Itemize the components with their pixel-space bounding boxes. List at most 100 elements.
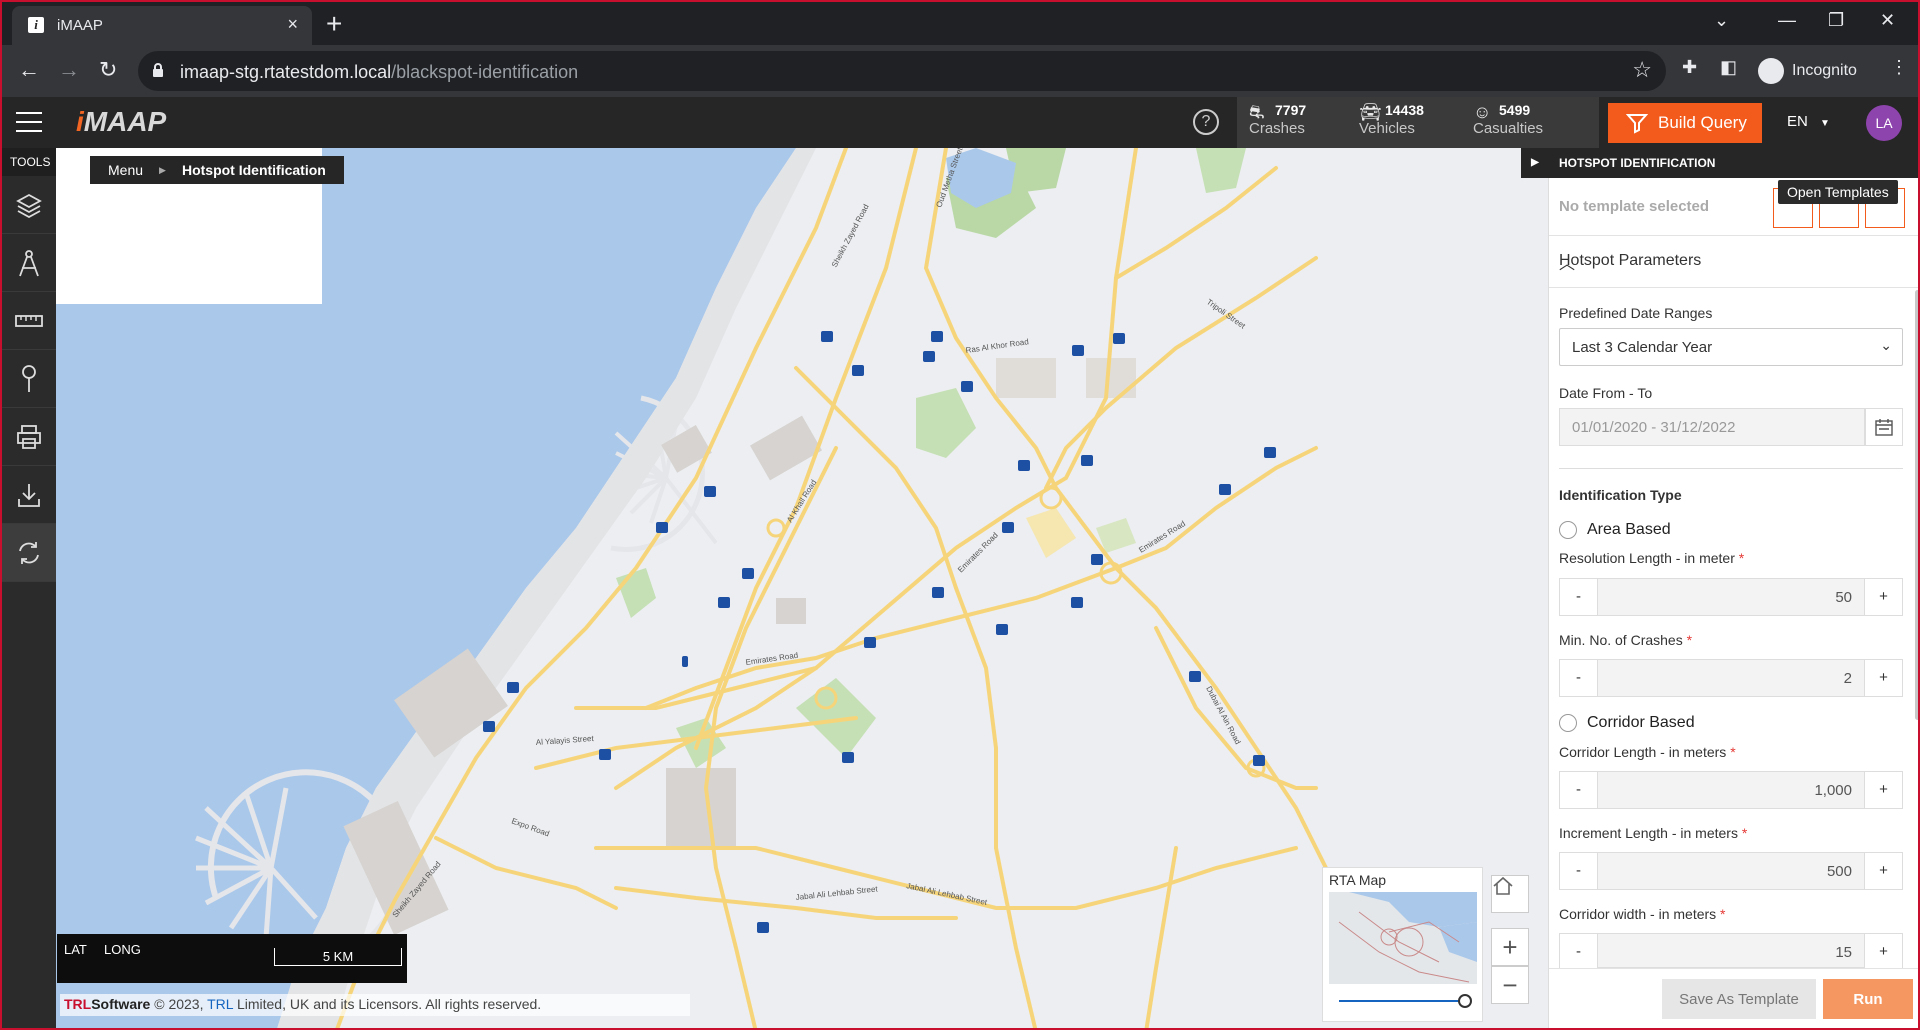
browser-window: i iMAAP × + ⌄ — ❐ ✕ ← → ↻ imaap-stg.rtat…: [0, 0, 1920, 1030]
pin-tool[interactable]: [2, 350, 56, 408]
corridor-based-radio[interactable]: Corridor Based: [1559, 714, 1695, 732]
calendar-button[interactable]: [1865, 408, 1903, 446]
breadcrumb: Menu ▶ Hotspot Identification: [90, 156, 344, 184]
increment-button[interactable]: +: [1864, 579, 1902, 615]
home-button[interactable]: [1491, 875, 1529, 913]
minimap-opacity-slider[interactable]: [1339, 1000, 1463, 1002]
copyright-text-b: Limited, UK and its Licensors. All right…: [233, 996, 542, 1012]
identification-type-label: Identification Type: [1559, 487, 1682, 503]
build-query-button[interactable]: Build Query: [1608, 103, 1762, 143]
date-ranges-label: Predefined Date Ranges: [1559, 305, 1713, 321]
crash-icon: ⛐: [1249, 102, 1265, 122]
app-header: iMAAP ? ⛐ 7797 Crashes 🚘︎ 14438 Vehicles…: [2, 97, 1918, 148]
tools-title: TOOLS: [10, 155, 51, 169]
avatar[interactable]: LA: [1866, 105, 1902, 141]
print-icon: [17, 424, 41, 449]
panel-title: HOTSPOT IDENTIFICATION: [1559, 156, 1716, 170]
increment-button[interactable]: +: [1864, 853, 1902, 889]
scale-bar: 5 KM: [274, 948, 402, 966]
panel-scrollbar[interactable]: [1915, 290, 1918, 720]
tab-title: iMAAP: [57, 17, 103, 34]
stat-casualties[interactable]: ☺ 5499 Casualties: [1473, 102, 1543, 137]
address-bar[interactable]: imaap-stg.rtatestdom.local/blackspot-ide…: [138, 51, 1666, 91]
save-as-template-button[interactable]: Save As Template: [1662, 979, 1816, 1019]
download-tool[interactable]: [2, 466, 56, 524]
breadcrumb-menu[interactable]: Menu: [108, 162, 143, 178]
back-icon[interactable]: ←: [18, 57, 40, 83]
restore-icon[interactable]: ❐: [1828, 10, 1844, 31]
run-button[interactable]: Run: [1823, 979, 1913, 1019]
resolution-stepper[interactable]: - 50 +: [1559, 578, 1903, 616]
download-icon: [18, 483, 40, 507]
panel-header: ▶ HOTSPOT IDENTIFICATION: [1521, 148, 1918, 178]
tab-close-icon[interactable]: ×: [287, 14, 298, 35]
imaap-favicon-icon: i: [28, 17, 44, 33]
tab-search-icon[interactable]: ⌄: [1714, 10, 1729, 31]
print-tool[interactable]: [2, 408, 56, 466]
area-based-radio[interactable]: Area Based: [1559, 521, 1671, 539]
pin-icon: [22, 364, 36, 392]
decrement-button[interactable]: -: [1560, 934, 1598, 970]
stat-crashes[interactable]: ⛐ 7797 Crashes: [1249, 102, 1306, 137]
browser-toolbar: ← → ↻ imaap-stg.rtatestdom.local/blacksp…: [2, 45, 1918, 97]
window-close-icon[interactable]: ✕: [1880, 10, 1895, 31]
hotspot-parameters-header[interactable]: Hotspot Parameters ︿: [1549, 236, 1918, 288]
hotspot-panel: ▶ HOTSPOT IDENTIFICATION No template sel…: [1521, 148, 1918, 1028]
chevron-up-icon[interactable]: ︿: [1559, 250, 1905, 274]
decrement-button[interactable]: -: [1560, 853, 1598, 889]
url-text: imaap-stg.rtatestdom.local/blackspot-ide…: [180, 62, 579, 82]
browser-menu-icon[interactable]: ⋮: [1890, 57, 1908, 78]
increment-button[interactable]: +: [1864, 660, 1902, 696]
corridor-length-stepper[interactable]: - 1,000 +: [1559, 771, 1903, 809]
decrement-button[interactable]: -: [1560, 579, 1598, 615]
corridor-width-value: 15: [1835, 944, 1852, 961]
reload-icon[interactable]: ↻: [99, 57, 117, 83]
rta-minimap[interactable]: RTA Map: [1322, 867, 1483, 1022]
zoom-in-button[interactable]: +: [1491, 928, 1529, 966]
ruler-tool[interactable]: [2, 292, 56, 350]
side-panel-icon[interactable]: ◧: [1720, 57, 1737, 78]
increment-length-label: Increment Length - in meters *: [1559, 825, 1748, 841]
map-canvas[interactable]: Sheikh Zayed Road Al Khail Road Emirates…: [56, 148, 1548, 1028]
min-crashes-stepper[interactable]: - 2 +: [1559, 659, 1903, 697]
extensions-icon[interactable]: ✚: [1682, 57, 1697, 78]
corridor-width-stepper[interactable]: - 15 +: [1559, 933, 1903, 970]
tab-strip: i iMAAP × + ⌄ — ❐ ✕: [2, 2, 1918, 45]
min-crashes-label: Min. No. of Crashes *: [1559, 632, 1693, 648]
minimize-icon[interactable]: —: [1778, 10, 1796, 31]
incognito-icon: [1758, 58, 1784, 84]
date-from-to-input[interactable]: 01/01/2020 - 31/12/2022: [1559, 408, 1865, 446]
stat-vehicles[interactable]: 🚘︎ 14438 Vehicles: [1359, 102, 1424, 137]
layers-icon: [16, 193, 42, 218]
language-select[interactable]: EN ▼: [1787, 113, 1830, 130]
copyright-link[interactable]: TRL: [207, 996, 233, 1012]
road-label-jabal-ali-1: Jabal Ali Lehbab Street: [795, 884, 879, 902]
collapse-right-icon[interactable]: ▶: [1521, 148, 1549, 178]
hamburger-menu-icon[interactable]: [16, 112, 42, 132]
increment-button[interactable]: +: [1864, 772, 1902, 808]
resolution-label: Resolution Length - in meter *: [1559, 550, 1745, 566]
plus-icon: +: [1502, 931, 1518, 962]
new-tab-icon[interactable]: +: [326, 8, 342, 40]
decrement-button[interactable]: -: [1560, 660, 1598, 696]
road-label-sheikh-zayed-north: Sheikh Zayed Road: [830, 203, 871, 269]
vehicle-icon: 🚘︎: [1359, 102, 1382, 122]
decrement-button[interactable]: -: [1560, 772, 1598, 808]
map-copyright: TRLSoftware © 2023, TRL Limited, UK and …: [60, 994, 690, 1016]
date-range-select[interactable]: Last 3 Calendar Year ⌄: [1559, 328, 1903, 366]
increment-button[interactable]: +: [1864, 934, 1902, 970]
road-label-emirates-1: Emirates Road: [956, 531, 1000, 575]
incognito-badge[interactable]: Incognito: [1758, 53, 1857, 89]
layers-tool[interactable]: [2, 176, 56, 234]
help-icon[interactable]: ?: [1193, 109, 1219, 135]
lat-label: LAT: [64, 942, 87, 957]
bookmark-star-icon[interactable]: ☆: [1632, 57, 1652, 83]
forward-icon[interactable]: →: [58, 57, 80, 83]
minimap-slider-handle[interactable]: [1458, 994, 1472, 1008]
zoom-out-button[interactable]: −: [1491, 966, 1529, 1004]
date-from-to-label: Date From - To: [1559, 385, 1653, 401]
browser-tab[interactable]: i iMAAP ×: [12, 6, 312, 45]
increment-length-stepper[interactable]: - 500 +: [1559, 852, 1903, 890]
refresh-tool[interactable]: [2, 524, 56, 582]
compass-tool[interactable]: [2, 234, 56, 292]
